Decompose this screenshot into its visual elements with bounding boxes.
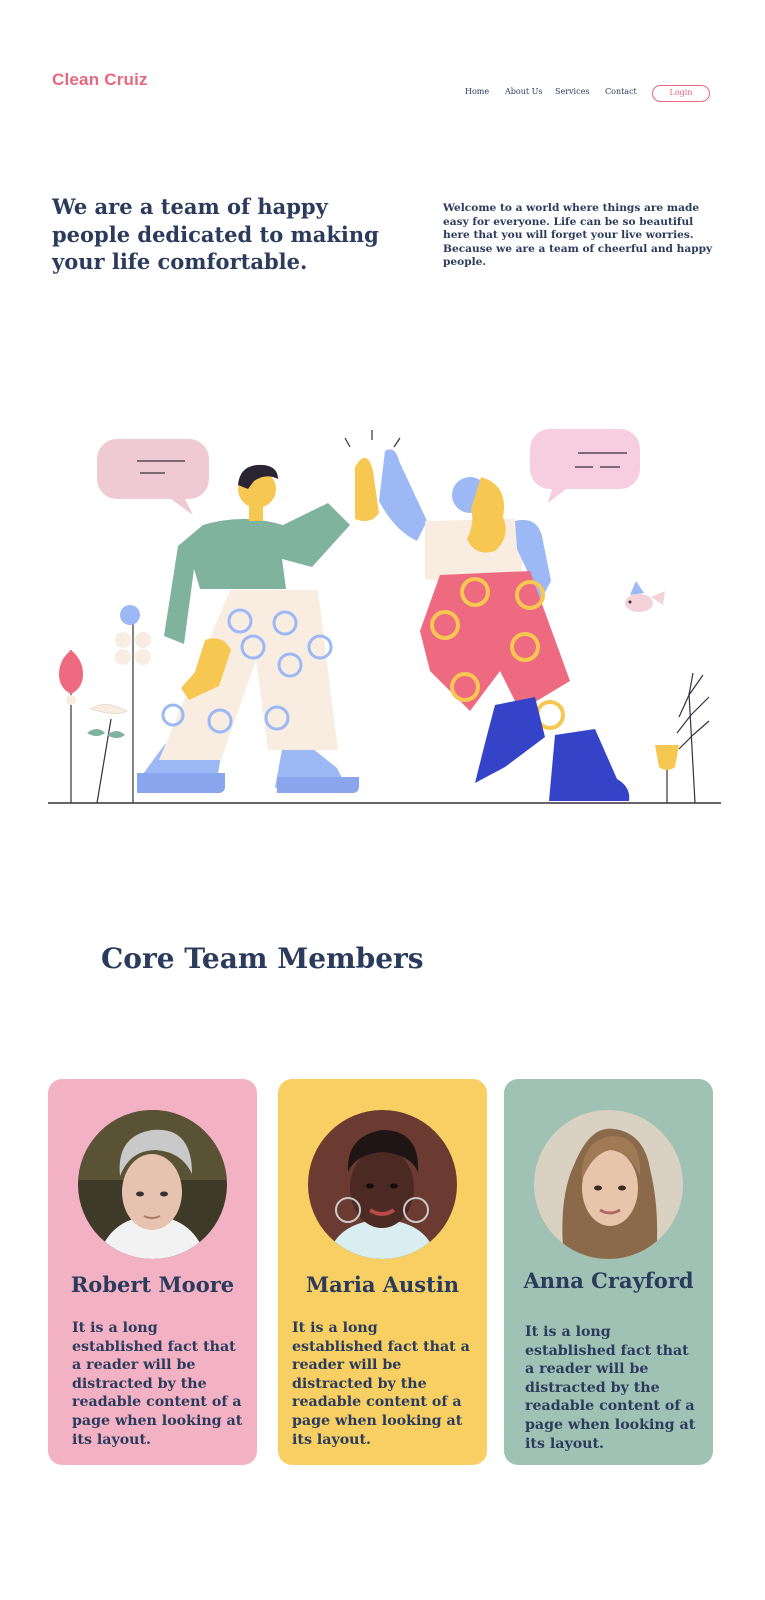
nav-about-link[interactable]: About Us	[505, 87, 542, 96]
speech-bubble-left	[97, 439, 209, 515]
login-button[interactable]: Login	[652, 85, 710, 102]
nav-contact-link[interactable]: Contact	[605, 87, 637, 96]
team-card: Anna Crayford It is a long established f…	[504, 1079, 713, 1465]
high-five-illustration	[48, 429, 721, 804]
main-nav: Home About Us Services Contact Login	[465, 85, 710, 103]
member-bio: It is a long established fact that a rea…	[525, 1324, 696, 1452]
team-card: Maria Austin It is a long established fa…	[278, 1079, 487, 1465]
man-figure	[137, 457, 379, 793]
avatar	[78, 1110, 227, 1259]
member-bio: It is a long established fact that a rea…	[72, 1320, 243, 1448]
member-bio: It is a long established fact that a rea…	[292, 1320, 470, 1448]
hero-title: We are a team of happy people dedicated …	[52, 194, 379, 274]
bird-icon	[625, 581, 665, 612]
brand-logo[interactable]: Clean Cruiz	[52, 70, 148, 90]
team-section-title: Core Team Members	[101, 942, 424, 975]
team-card: Robert Moore It is a long established fa…	[48, 1079, 257, 1465]
member-name: Maria Austin	[305, 1272, 460, 1297]
nav-services-link[interactable]: Services	[555, 87, 589, 96]
avatar	[308, 1110, 457, 1259]
nav-home-link[interactable]: Home	[465, 87, 489, 96]
member-name: Anna Crayford	[523, 1268, 694, 1293]
woman-figure	[379, 449, 630, 801]
avatar	[534, 1110, 683, 1259]
plants-right	[655, 672, 710, 804]
hero-description: Welcome to a world where things are made…	[443, 202, 713, 269]
member-name: Robert Moore	[70, 1272, 235, 1297]
speech-bubble-right	[530, 429, 640, 503]
